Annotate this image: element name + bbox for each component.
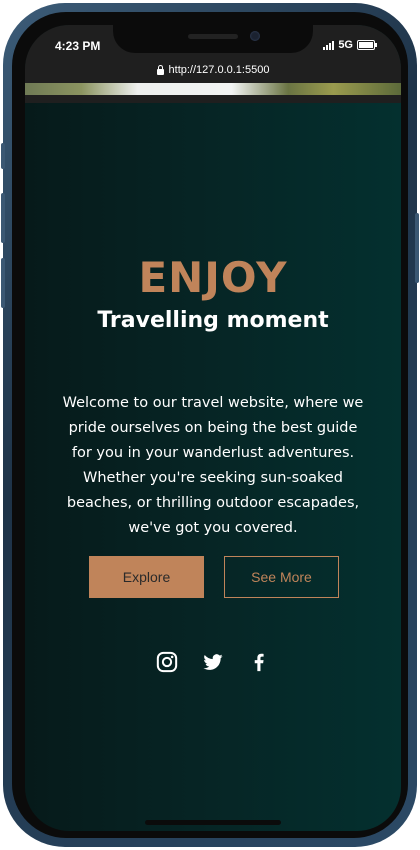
explore-button[interactable]: Explore [89,556,204,598]
signal-icon [323,40,335,50]
camera-icon [250,31,260,41]
address-bar[interactable]: http://127.0.0.1:5500 [25,59,401,81]
phone-screen: 4:23 PM 5G http://127.0.0.1:5500 ENJOY T… [25,25,401,831]
volume-up-button [1,193,5,243]
instagram-icon[interactable] [156,651,178,673]
see-more-button[interactable]: See More [224,556,339,598]
speaker-grille [188,34,238,39]
facebook-icon[interactable] [248,651,270,673]
lock-icon [156,64,164,75]
phone-frame: 4:23 PM 5G http://127.0.0.1:5500 ENJOY T… [1,3,419,847]
power-button [415,213,419,283]
hero-title: ENJOY [138,253,288,302]
volume-down-button [1,258,5,308]
network-type: 5G [338,39,353,51]
status-indicators: 5G [323,39,377,51]
hero-section: ENJOY Travelling moment Welcome to our t… [25,95,401,831]
battery-icon [357,40,377,50]
notch [113,25,313,53]
hero-image [25,83,401,95]
hero-description: Welcome to our travel website, where we … [62,395,364,536]
url-text[interactable]: http://127.0.0.1:5500 [169,64,270,76]
twitter-icon[interactable] [202,651,224,673]
home-indicator[interactable] [145,820,281,825]
hero-subtitle: Travelling moment [97,308,329,333]
mute-switch [1,143,5,169]
status-time: 4:23 PM [55,39,101,53]
social-links [25,651,401,673]
